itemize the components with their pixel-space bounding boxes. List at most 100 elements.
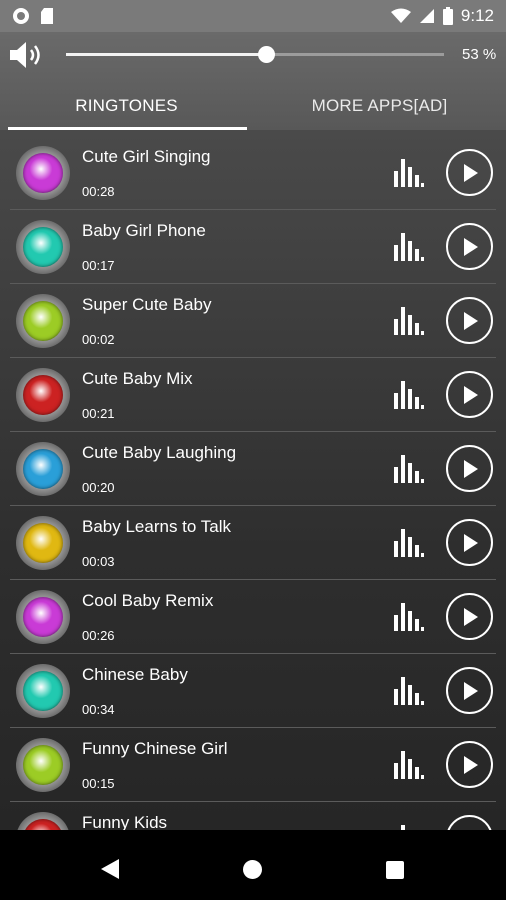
ringtone-title: Funny Chinese Girl (82, 739, 228, 758)
ringtone-title: Cool Baby Remix (82, 591, 214, 610)
ringtone-duration: 00:26 (82, 628, 115, 643)
recent-apps-icon[interactable] (386, 861, 404, 879)
ringtone-color-dot (23, 819, 63, 830)
ringtone-disc-icon (16, 442, 70, 496)
volume-percent: 53 % (462, 46, 497, 63)
battery-icon (442, 7, 453, 25)
volume-row: 53 % (0, 32, 506, 78)
volume-slider-thumb[interactable] (258, 46, 276, 63)
ringtone-color-dot (23, 597, 63, 637)
equalizer-icon[interactable] (394, 751, 424, 779)
play-icon (464, 608, 478, 626)
ringtone-row[interactable]: Cool Baby Remix 00:26 (10, 580, 496, 654)
ringtone-title: Cute Girl Singing (82, 147, 211, 166)
ringtone-disc-icon (16, 368, 70, 422)
ringtone-disc-icon (16, 294, 70, 348)
ringtone-disc-icon (16, 738, 70, 792)
play-icon (464, 534, 478, 552)
ringtone-duration: 00:28 (82, 184, 115, 199)
ringtone-duration: 00:20 (82, 480, 115, 495)
ringtone-color-dot (23, 523, 63, 563)
signal-icon (419, 9, 434, 23)
wifi-icon (390, 8, 411, 23)
ringtone-title: Cute Baby Mix (82, 369, 193, 388)
ringtone-row[interactable]: Baby Learns to Talk 00:03 (10, 506, 496, 580)
play-button[interactable] (446, 149, 493, 196)
ringtone-title: Cute Baby Laughing (82, 443, 237, 462)
play-button[interactable] (446, 593, 493, 640)
equalizer-icon[interactable] (394, 529, 424, 557)
tab-bar: RINGTONES MORE APPS[AD] (0, 82, 506, 130)
ringtone-duration: 00:03 (82, 554, 115, 569)
ringtone-color-dot (23, 153, 63, 193)
equalizer-icon[interactable] (394, 233, 424, 261)
ringtone-duration: 00:15 (82, 776, 115, 791)
equalizer-icon[interactable] (394, 381, 424, 409)
ringtone-duration: 00:02 (82, 332, 115, 347)
status-time: 9:12 (460, 6, 494, 25)
play-icon (464, 460, 478, 478)
play-button[interactable] (446, 371, 493, 418)
equalizer-icon[interactable] (394, 307, 424, 335)
ringtone-color-dot (23, 227, 63, 267)
ringtone-row[interactable]: Baby Girl Phone 00:17 (10, 210, 496, 284)
ringtone-disc-icon (16, 590, 70, 644)
ringtone-duration: 00:21 (82, 406, 115, 421)
ringtone-color-dot (23, 671, 63, 711)
equalizer-icon[interactable] (394, 455, 424, 483)
status-bar: 9:12 (0, 0, 506, 32)
header: 53 % RINGTONES MORE APPS[AD] (0, 32, 506, 130)
ringtone-row[interactable]: Cute Baby Laughing 00:20 (10, 432, 496, 506)
play-icon (463, 829, 479, 830)
play-button[interactable] (446, 223, 493, 270)
sd-card-icon (41, 8, 53, 24)
ringtone-row[interactable]: Super Cute Baby 00:02 (10, 284, 496, 358)
volume-slider-fill (66, 53, 267, 56)
volume-slider[interactable] (66, 46, 444, 63)
play-icon (464, 682, 478, 700)
play-icon (464, 312, 478, 330)
ringtone-title: Baby Girl Phone (82, 221, 206, 240)
ringtone-title: Funny Kids (82, 813, 168, 830)
ringtone-title: Baby Learns to Talk (82, 517, 231, 536)
back-icon[interactable] (101, 859, 119, 879)
play-button[interactable] (446, 815, 493, 830)
play-button[interactable] (446, 519, 493, 566)
ringtone-row[interactable]: Cute Baby Mix 00:21 (10, 358, 496, 432)
speaker-icon[interactable] (8, 40, 46, 70)
play-icon (464, 386, 478, 404)
play-icon (464, 238, 478, 256)
ringtone-row[interactable]: Funny Chinese Girl 00:15 (10, 728, 496, 802)
play-button[interactable] (446, 667, 493, 714)
ringtone-row[interactable]: Cute Girl Singing 00:28 (10, 136, 496, 210)
equalizer-icon[interactable] (394, 677, 424, 705)
ringtone-row[interactable]: Funny Kids (10, 802, 496, 830)
equalizer-icon[interactable] (394, 159, 424, 187)
play-icon (464, 756, 478, 774)
ringtone-color-dot (23, 301, 63, 341)
ringtone-disc-icon (16, 812, 70, 830)
play-icon (464, 164, 478, 182)
ringtone-row[interactable]: Chinese Baby 00:34 (10, 654, 496, 728)
equalizer-icon[interactable] (394, 603, 424, 631)
ringtone-title: Chinese Baby (82, 665, 188, 684)
ringtone-disc-icon (16, 220, 70, 274)
ringtone-color-dot (23, 375, 63, 415)
ringtone-disc-icon (16, 146, 70, 200)
tab-ringtones[interactable]: RINGTONES (0, 82, 253, 130)
ringtone-color-dot (23, 449, 63, 489)
equalizer-icon[interactable] (394, 825, 424, 830)
play-button[interactable] (446, 741, 493, 788)
tab-more-apps[interactable]: MORE APPS[AD] (253, 82, 506, 130)
home-icon[interactable] (243, 860, 262, 879)
record-icon (13, 8, 29, 24)
ringtone-list[interactable]: Cute Girl Singing 00:28 Baby Girl Phone … (0, 130, 506, 830)
ringtone-title: Super Cute Baby (82, 295, 212, 314)
ringtone-disc-icon (16, 516, 70, 570)
ringtone-duration: 00:34 (82, 702, 115, 717)
ringtone-color-dot (23, 745, 63, 785)
ringtone-disc-icon (16, 664, 70, 718)
play-button[interactable] (446, 445, 493, 492)
play-button[interactable] (446, 297, 493, 344)
ringtone-duration: 00:17 (82, 258, 115, 273)
